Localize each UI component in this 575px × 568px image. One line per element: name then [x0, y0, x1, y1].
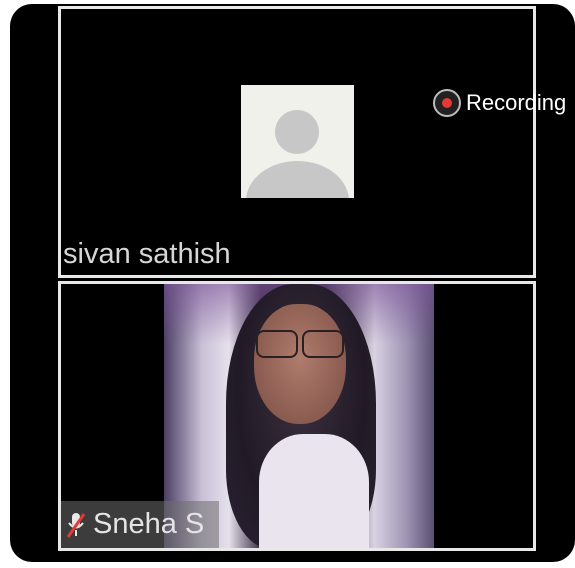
video-shirt — [259, 434, 369, 548]
recording-label: Recording — [466, 90, 567, 115]
video-glasses — [256, 330, 344, 358]
recording-indicator: Recording — [432, 88, 566, 118]
avatar-placeholder-icon — [241, 85, 354, 198]
avatar-head — [275, 110, 319, 154]
record-dot-icon — [433, 89, 461, 117]
call-window: sivan sathish Sneha S Recording — [10, 4, 575, 562]
participant-tile-sivan[interactable]: sivan sathish — [58, 6, 536, 278]
name-label: Sneha S — [61, 501, 219, 548]
avatar-body — [246, 161, 349, 198]
video-face — [254, 304, 346, 424]
participant-name: Sneha S — [93, 508, 205, 540]
participant-tile-sneha[interactable]: Sneha S — [58, 281, 536, 551]
glasses-lens-left — [256, 330, 298, 358]
participant-name: sivan sathish — [63, 238, 231, 270]
glasses-lens-right — [302, 330, 344, 358]
mic-muted-icon — [66, 512, 86, 538]
